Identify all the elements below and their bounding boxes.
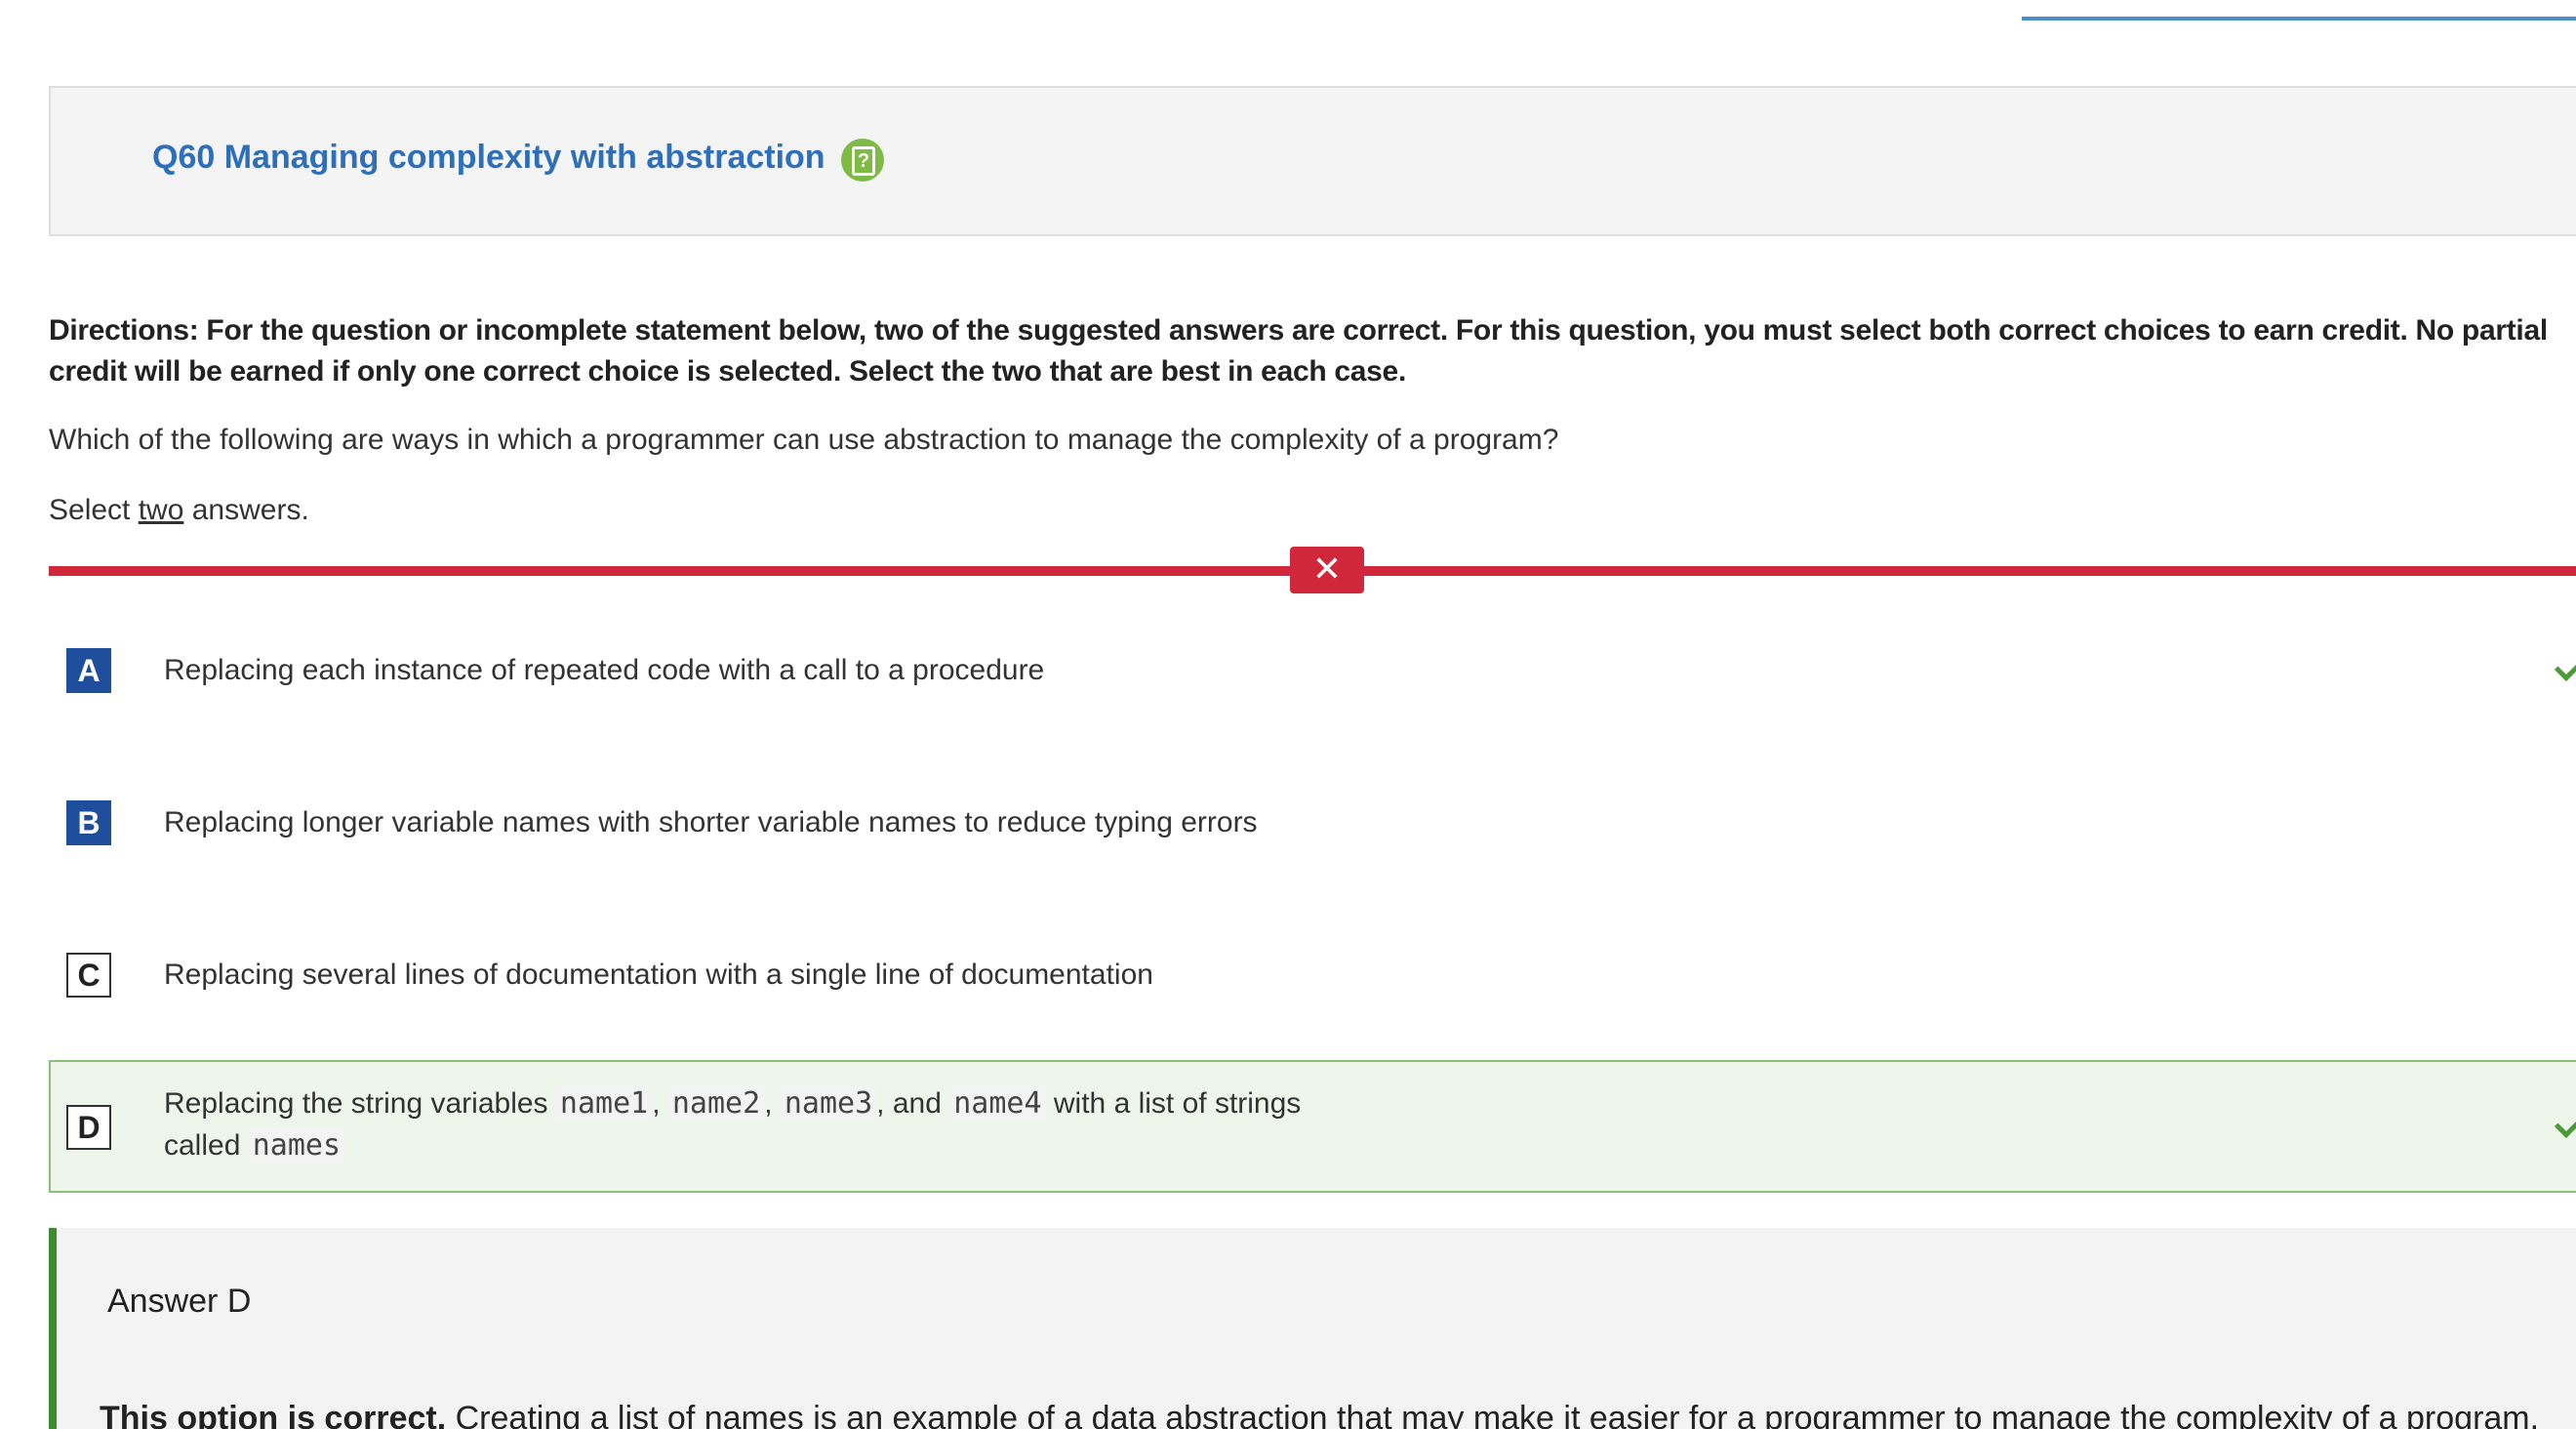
choice-text-a[interactable]: Replacing each instance of repeated code… xyxy=(164,649,1044,691)
help-icon-glyph: ? xyxy=(852,146,875,176)
answer-explanation-text: Creating a list of names is an example o… xyxy=(446,1400,2540,1429)
question-header: Q60 Managing complexity with abstraction… xyxy=(49,86,2576,236)
choice-d-text-part3: called xyxy=(164,1129,249,1162)
answer-verdict: This option is correct. xyxy=(100,1400,447,1429)
choice-a[interactable]: A Replacing each instance of repeated co… xyxy=(49,644,2576,699)
choice-d-sep1: , xyxy=(652,1087,668,1120)
top-progress-line xyxy=(2022,17,2576,20)
directions: Directions: For the question or incomple… xyxy=(49,314,2548,388)
code-names: names xyxy=(248,1128,345,1163)
correct-check-icon xyxy=(2554,650,2576,682)
choice-d-sep2: , xyxy=(764,1087,781,1120)
answer-explanation-panel: Answer D This option is correct. Creatin… xyxy=(49,1228,2576,1429)
choice-letter-d[interactable]: D xyxy=(66,1105,111,1150)
help-icon[interactable]: ? xyxy=(841,139,884,182)
code-name3: name3 xyxy=(780,1086,877,1121)
choice-text-c[interactable]: Replacing several lines of documentation… xyxy=(164,954,1153,996)
choice-letter-b[interactable]: B xyxy=(66,800,111,845)
choice-d-sep3: , and xyxy=(876,1087,950,1120)
choice-letter-a[interactable]: A xyxy=(66,648,111,693)
choice-d[interactable]: D Replacing the string variables name1, … xyxy=(49,1060,2576,1193)
choice-b[interactable]: B Replacing longer variable names with s… xyxy=(49,796,2576,851)
choice-d-text-part2: with a list of strings xyxy=(1045,1087,1302,1120)
choice-c[interactable]: C Replacing several lines of documentati… xyxy=(49,949,2576,1003)
correct-check-icon xyxy=(2554,1107,2576,1139)
code-name4: name4 xyxy=(949,1086,1046,1121)
select-suffix: answers. xyxy=(183,494,309,526)
question-page: Q60 Managing complexity with abstraction… xyxy=(0,0,2576,1429)
code-name1: name1 xyxy=(555,1086,653,1121)
question-title: Q60 Managing complexity with abstraction xyxy=(152,139,825,176)
select-prefix: Select xyxy=(49,494,139,526)
select-count: two xyxy=(138,494,184,526)
choice-text-b[interactable]: Replacing longer variable names with sho… xyxy=(164,801,1258,843)
choice-letter-c[interactable]: C xyxy=(66,953,111,998)
code-name2: name2 xyxy=(667,1086,765,1121)
choice-d-text-part1: Replacing the string variables xyxy=(164,1087,556,1120)
answer-heading: Answer D xyxy=(107,1283,252,1320)
incorrect-x-icon: ✕ xyxy=(1290,547,1364,593)
choice-text-d[interactable]: Replacing the string variables name1, na… xyxy=(164,1082,1301,1166)
answer-explanation: This option is correct. Creating a list … xyxy=(100,1400,2539,1429)
select-instructions: Select two answers. xyxy=(49,494,309,527)
question-prompt: Which of the following are ways in which… xyxy=(49,424,1559,456)
